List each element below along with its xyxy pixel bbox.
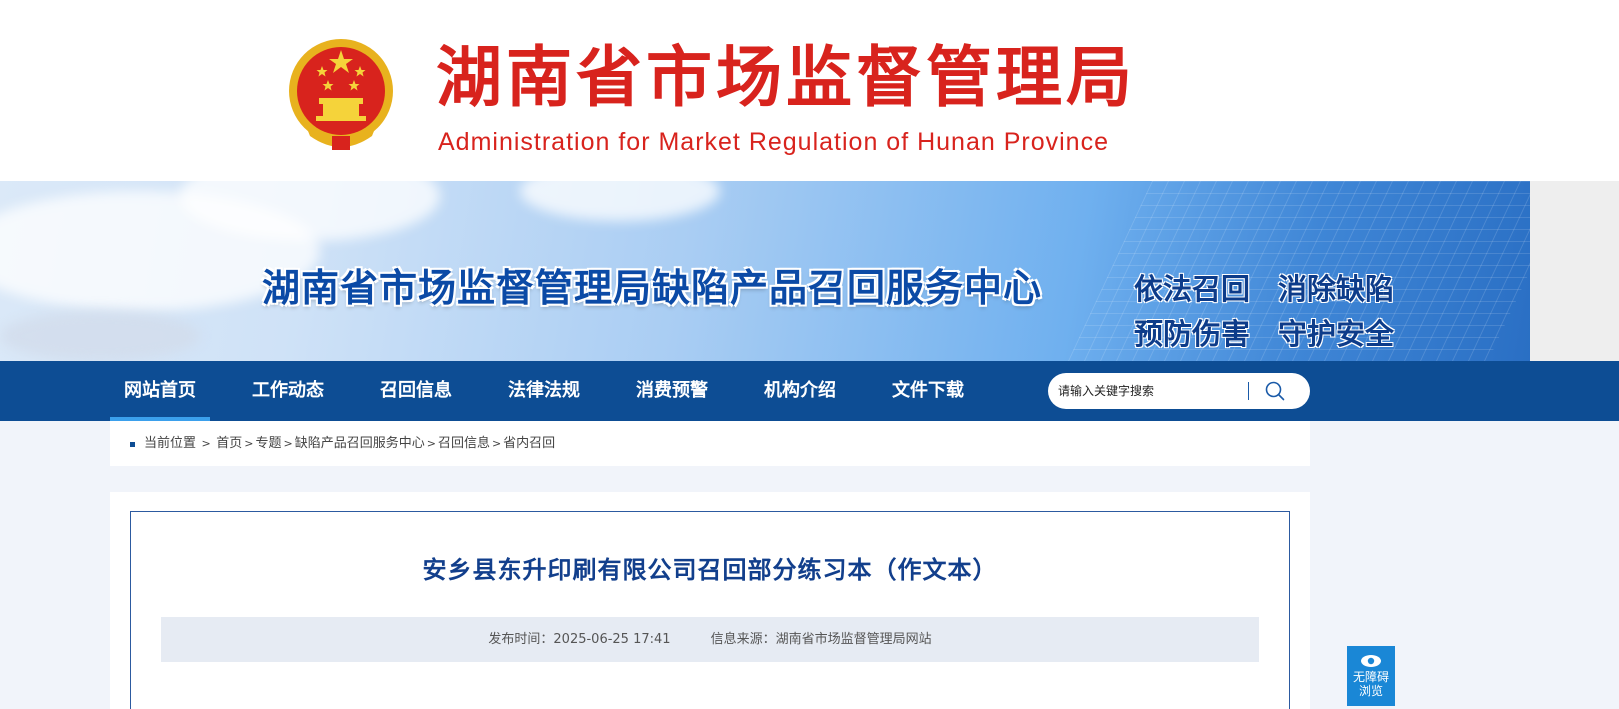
breadcrumb-recall-info[interactable]: 召回信息 <box>438 435 490 453</box>
slogan-4: 守护安全 <box>1278 317 1395 351</box>
banner: 湖南省市场监督管理局缺陷产品召回服务中心 依法召回 消除缺陷 预防伤害 守护安全 <box>0 181 1530 361</box>
banner-title: 湖南省市场监督管理局缺陷产品召回服务中心 <box>262 266 1043 310</box>
banner-side-fill <box>1530 181 1619 361</box>
breadcrumb-home[interactable]: 首页 <box>216 435 242 453</box>
search-box <box>1048 373 1310 409</box>
accessibility-label-2: 浏览 <box>1358 684 1383 698</box>
search-icon <box>1265 381 1285 401</box>
article-meta: 发布时间：2025-06-25 17:41 信息来源：湖南省市场监督管理局网站 <box>161 617 1259 662</box>
nav-item-laws[interactable]: 法律法规 <box>496 361 592 421</box>
slogan-2: 消除缺陷 <box>1278 272 1395 306</box>
breadcrumb-provincial-recall[interactable]: 省内召回 <box>503 435 555 453</box>
main-nav: 网站首页 工作动态 召回信息 法律法规 消费预警 机构介绍 文件下载 <box>0 361 1619 421</box>
breadcrumb-topics[interactable]: 专题 <box>255 435 281 453</box>
publish-time: 发布时间：2025-06-25 17:41 <box>488 632 671 647</box>
search-divider <box>1248 382 1249 400</box>
breadcrumb-bullet-icon <box>130 442 135 447</box>
breadcrumb-prefix: 当前位置 <box>144 436 197 451</box>
accessibility-label-1: 无障碍 <box>1352 670 1389 684</box>
site-title-en: Administration for Market Regulation of … <box>438 128 1109 156</box>
national-emblem-icon <box>289 39 393 150</box>
nav-item-consumer-warning[interactable]: 消费预警 <box>624 361 720 421</box>
search-button[interactable] <box>1260 377 1290 405</box>
nav-item-about[interactable]: 机构介绍 <box>752 361 848 421</box>
breadcrumb-recall-center[interactable]: 缺陷产品召回服务中心 <box>295 435 425 453</box>
eye-icon <box>1361 655 1381 667</box>
nav-item-work-news[interactable]: 工作动态 <box>240 361 336 421</box>
accessibility-button[interactable]: 无障碍 浏览 <box>1347 646 1395 706</box>
breadcrumb: 当前位置 > 首页 > 专题 > 缺陷产品召回服务中心 > 召回信息 > 省内召… <box>110 421 1310 466</box>
site-title-cn: 湖南省市场监督管理局 <box>436 39 1136 116</box>
search-input[interactable] <box>1058 381 1238 401</box>
slogan-1: 依法召回 <box>1134 272 1251 306</box>
nav-item-home[interactable]: 网站首页 <box>110 361 210 421</box>
article-frame: 安乡县东升印刷有限公司召回部分练习本（作文本） 发布时间：2025-06-25 … <box>130 511 1290 709</box>
info-source: 信息来源：湖南省市场监督管理局网站 <box>710 632 932 647</box>
nav-item-recall-info[interactable]: 召回信息 <box>368 361 464 421</box>
site-header: 湖南省市场监督管理局 Administration for Market Reg… <box>0 0 1619 181</box>
article-title: 安乡县东升印刷有限公司召回部分练习本（作文本） <box>422 556 998 584</box>
nav-item-downloads[interactable]: 文件下载 <box>880 361 976 421</box>
slogan-3: 预防伤害 <box>1134 317 1251 351</box>
